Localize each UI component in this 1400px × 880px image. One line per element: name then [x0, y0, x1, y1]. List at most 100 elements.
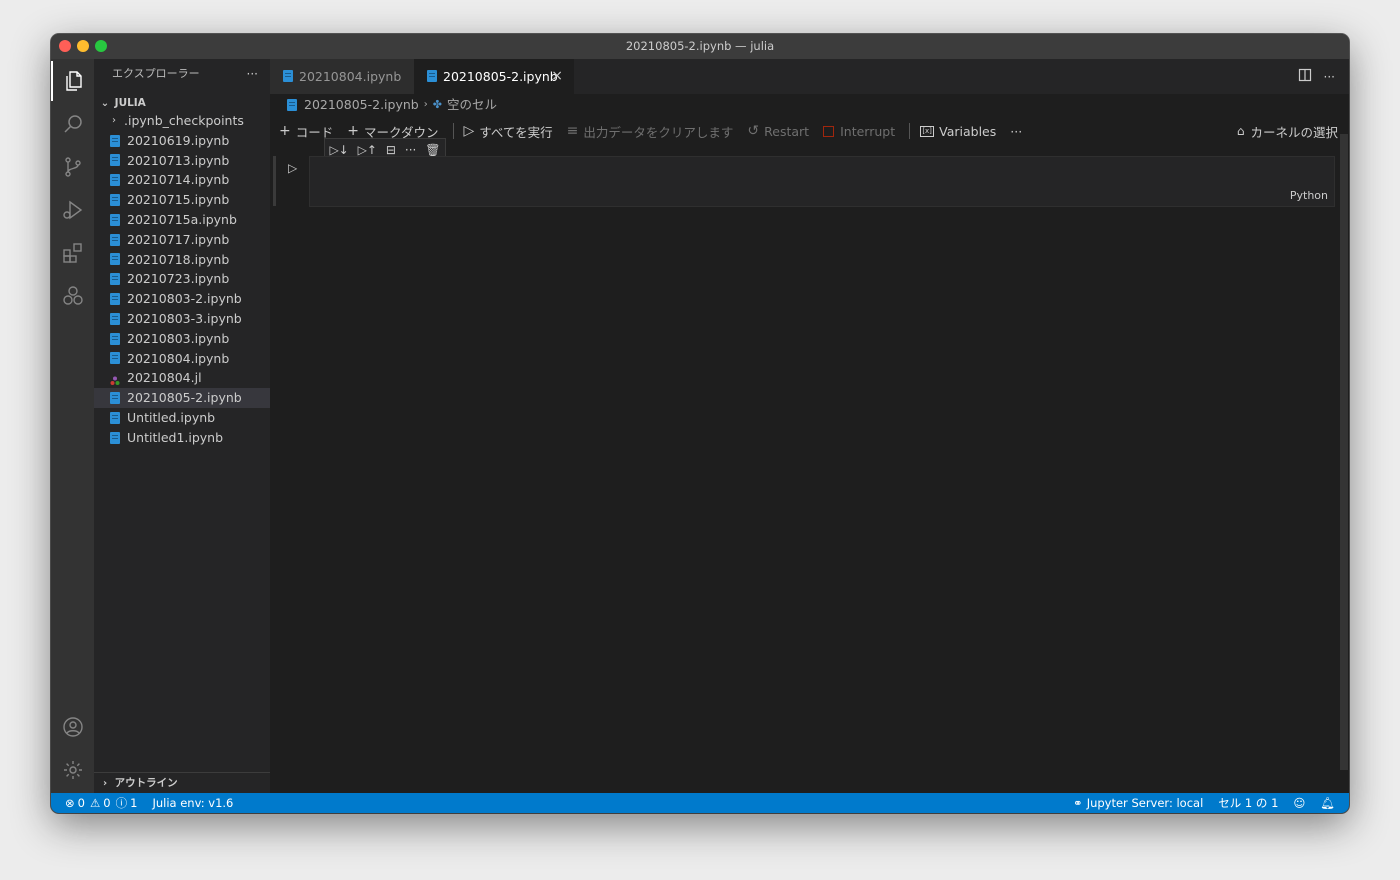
folder-ipynb-checkpoints[interactable]: › .ipynb_checkpoints	[94, 111, 270, 131]
warning-count: 0	[103, 796, 111, 810]
clear-outputs-label: 出力データをクリアします	[583, 124, 734, 140]
cell-more-icon[interactable]: ···	[405, 143, 416, 157]
file-label: 20210715a.ipynb	[127, 211, 237, 227]
editor-more-icon[interactable]: ···	[1324, 70, 1335, 84]
execute-below-icon[interactable]: ▷↑	[358, 143, 377, 157]
tab-label: 20210805-2.ipynb	[443, 69, 558, 84]
notifications-bell-icon[interactable]: 🔔︎	[1320, 793, 1335, 813]
close-icon[interactable]: ×	[551, 59, 563, 94]
breadcrumb-cell[interactable]: 空のセル	[447, 94, 497, 116]
file-label: 20210804.ipynb	[127, 350, 230, 366]
notebook-file-icon	[110, 174, 120, 187]
stop-icon	[823, 125, 835, 137]
notebook-file-icon	[287, 99, 297, 111]
julia-file-icon	[110, 372, 120, 386]
title-bar: 20210805-2.ipynb — julia	[51, 34, 1349, 59]
file-label: 20210804.jl	[127, 370, 202, 386]
run-debug-icon[interactable]	[51, 190, 94, 230]
tab-20210804[interactable]: 20210804.ipynb	[270, 59, 414, 94]
clear-outputs-button[interactable]: ≡ 出力データをクリアします	[567, 122, 734, 141]
info-count: 1	[130, 796, 138, 810]
info-icon: ⓘ	[115, 796, 128, 810]
notebook-file-icon	[427, 70, 437, 82]
run-all-button[interactable]: ▷ すべてを実行	[464, 122, 553, 141]
plus-icon: +	[347, 123, 359, 139]
extensions-icon[interactable]	[51, 233, 94, 273]
tab-20210805-2[interactable]: 20210805-2.ipynb ×	[414, 59, 574, 94]
workspace-section-header[interactable]: ⌄ JULIA	[94, 93, 270, 113]
notebook-file-icon	[110, 293, 120, 306]
variables-icon: [x]	[920, 125, 935, 137]
split-cell-icon[interactable]: ⊟	[386, 143, 396, 157]
toolbar-divider	[909, 123, 911, 139]
variables-button[interactable]: [x] Variables	[920, 124, 996, 139]
notebook-file-icon	[110, 392, 120, 405]
file-item[interactable]: 20210805-2.ipynb	[94, 388, 270, 408]
file-item[interactable]: 20210715.ipynb	[94, 190, 270, 210]
editor-scrollbar[interactable]	[1340, 134, 1348, 770]
select-kernel-button[interactable]: ⌂ カーネルの選択	[1237, 116, 1338, 146]
maximize-window-button[interactable]	[95, 40, 107, 52]
error-count: 0	[77, 796, 85, 810]
file-label: 20210803-2.ipynb	[127, 291, 242, 307]
outline-label: アウトライン	[114, 777, 178, 789]
status-bar: ⊗ 0 ⚠ 0 ⓘ 1 Julia env: v1.6 ⚭ Jupyter Se…	[51, 793, 1349, 813]
file-label: 20210715.ipynb	[127, 192, 230, 208]
file-item[interactable]: 20210619.ipynb	[94, 131, 270, 151]
file-item[interactable]: Untitled1.ipynb	[94, 428, 270, 448]
file-label: 20210713.ipynb	[127, 152, 230, 168]
cell-position-status[interactable]: セル 1 の 1	[1218, 793, 1278, 813]
minimize-window-button[interactable]	[77, 40, 89, 52]
jupyter-server-status[interactable]: ⚭ Jupyter Server: local	[1073, 793, 1203, 813]
file-item[interactable]: 20210718.ipynb	[94, 250, 270, 270]
notebook-file-icon	[110, 253, 120, 266]
file-item[interactable]: 20210803.ipynb	[94, 329, 270, 349]
explorer-more-button[interactable]: ···	[247, 59, 258, 89]
notebook-file-icon	[110, 194, 120, 207]
kernel-icon: ⌂	[1236, 124, 1245, 138]
file-item[interactable]: 20210717.ipynb	[94, 230, 270, 250]
restart-kernel-button[interactable]: ↺ Restart	[747, 123, 809, 139]
cell-language-indicator[interactable]: Python	[1290, 189, 1328, 202]
file-item[interactable]: 20210715a.ipynb	[94, 210, 270, 230]
notebook-file-icon	[110, 352, 120, 365]
execute-above-icon[interactable]: ▷↓	[329, 143, 348, 157]
file-item[interactable]: 20210804.jl	[94, 368, 270, 388]
code-cell-editor[interactable]: Python	[309, 156, 1335, 207]
file-item[interactable]: 20210803-3.ipynb	[94, 309, 270, 329]
delete-cell-icon[interactable]: 🗑	[425, 143, 440, 157]
file-item[interactable]: 20210803-2.ipynb	[94, 289, 270, 309]
editor-actions: ···	[1298, 59, 1335, 94]
file-item[interactable]: 20210713.ipynb	[94, 151, 270, 171]
jupyter-server-label: Jupyter Server: local	[1086, 796, 1204, 810]
jupyter-icon[interactable]	[51, 276, 94, 316]
problems-status[interactable]: ⊗ 0 ⚠ 0 ⓘ 1	[65, 793, 137, 813]
julia-env-status[interactable]: Julia env: v1.6	[152, 793, 233, 813]
outline-section-header[interactable]: › アウトライン	[94, 772, 270, 793]
interrupt-kernel-button[interactable]: Interrupt	[823, 124, 895, 139]
file-item[interactable]: 20210714.ipynb	[94, 170, 270, 190]
run-all-label: すべてを実行	[479, 124, 553, 140]
explorer-header: エクスプローラー	[112, 67, 200, 80]
search-icon[interactable]	[51, 104, 94, 144]
gear-icon[interactable]	[51, 750, 94, 790]
kernel-label: カーネルの選択	[1250, 124, 1338, 140]
window-title: 20210805-2.ipynb — julia	[625, 39, 775, 53]
file-item[interactable]: 20210723.ipynb	[94, 269, 270, 289]
feedback-icon[interactable]: ☺	[1293, 793, 1305, 813]
tab-label: 20210804.ipynb	[299, 69, 402, 84]
toolbar-more-button[interactable]: ···	[1010, 124, 1022, 139]
explorer-icon[interactable]	[51, 61, 94, 101]
vscode-window: 20210805-2.ipynb — julia エクスプローラー ··· ⌄ …	[51, 34, 1349, 813]
chevron-right-icon: ›	[112, 115, 116, 126]
breadcrumb-file[interactable]: 20210805-2.ipynb	[304, 94, 419, 116]
account-icon[interactable]	[51, 707, 94, 747]
close-window-button[interactable]	[59, 40, 71, 52]
source-control-icon[interactable]	[51, 147, 94, 187]
link-icon: ⚭	[1073, 796, 1083, 810]
plus-icon: +	[279, 123, 291, 139]
split-editor-icon[interactable]	[1298, 68, 1312, 85]
file-item[interactable]: Untitled.ipynb	[94, 408, 270, 428]
run-cell-icon[interactable]: ▷	[288, 161, 297, 175]
file-item[interactable]: 20210804.ipynb	[94, 349, 270, 369]
